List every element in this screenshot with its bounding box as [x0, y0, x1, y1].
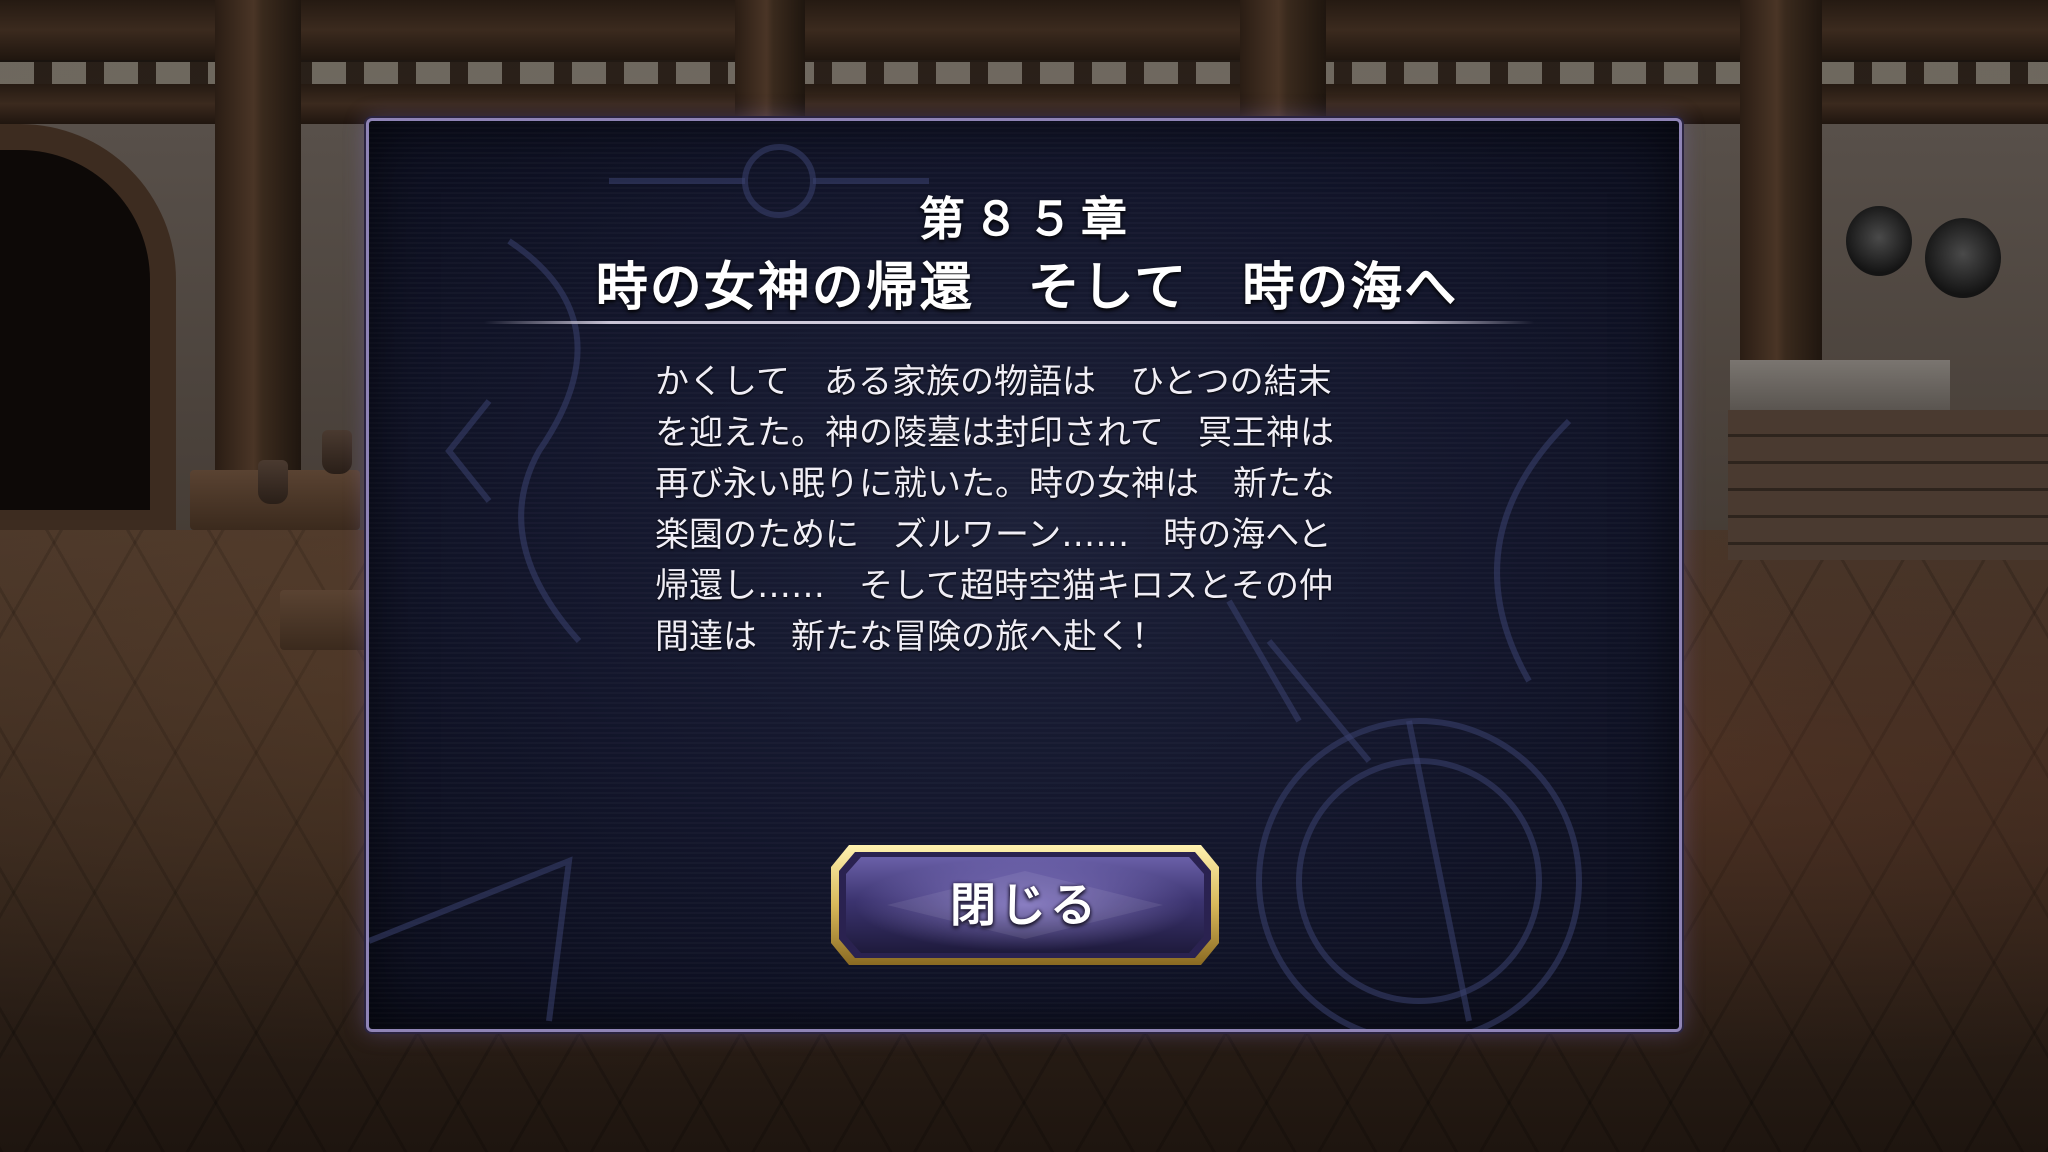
close-button[interactable]: 閉じる: [827, 841, 1223, 969]
kitchen-counter-top: [1730, 360, 1950, 410]
story-line: 帰還し…… そして超時空猫キロスとその仲: [655, 566, 1333, 606]
close-button-label: 閉じる: [950, 878, 1100, 932]
chapter-number: 第８５章: [919, 192, 1135, 246]
chapter-dialog: 第８５章 時の女神の帰還 そして 時の海へ かくして ある家族の物語は ひとつの…: [366, 118, 1682, 1032]
wooden-bench: [280, 590, 370, 650]
wooden-pillar: [1240, 0, 1326, 120]
story-text: かくして ある家族の物語は ひとつの結末 を迎えた。神の陵墓は封印されて 冥王神…: [655, 357, 1415, 663]
wooden-pillar: [735, 0, 805, 120]
title-divider: [484, 321, 1534, 324]
story-line: かくして ある家族の物語は ひとつの結末: [655, 362, 1332, 402]
story-line: を迎えた。神の陵墓は封印されて 冥王神は: [655, 413, 1334, 453]
hanging-pan-icon: [1925, 218, 2001, 298]
cup-icon: [322, 430, 352, 474]
chapter-title: 時の女神の帰還 そして 時の海へ: [595, 257, 1459, 318]
hanging-pan-icon: [1846, 206, 1912, 276]
story-line: 再び永い眠りに就いた。時の女神は 新たな: [655, 464, 1335, 504]
wooden-pillar: [215, 0, 301, 520]
story-line: 楽園のために ズルワーン…… 時の海へと: [655, 515, 1332, 555]
cup-icon: [258, 460, 288, 504]
story-line: 間達は 新たな冒険の旅へ赴く！: [655, 617, 1165, 657]
brick-counter: [1728, 410, 2048, 560]
